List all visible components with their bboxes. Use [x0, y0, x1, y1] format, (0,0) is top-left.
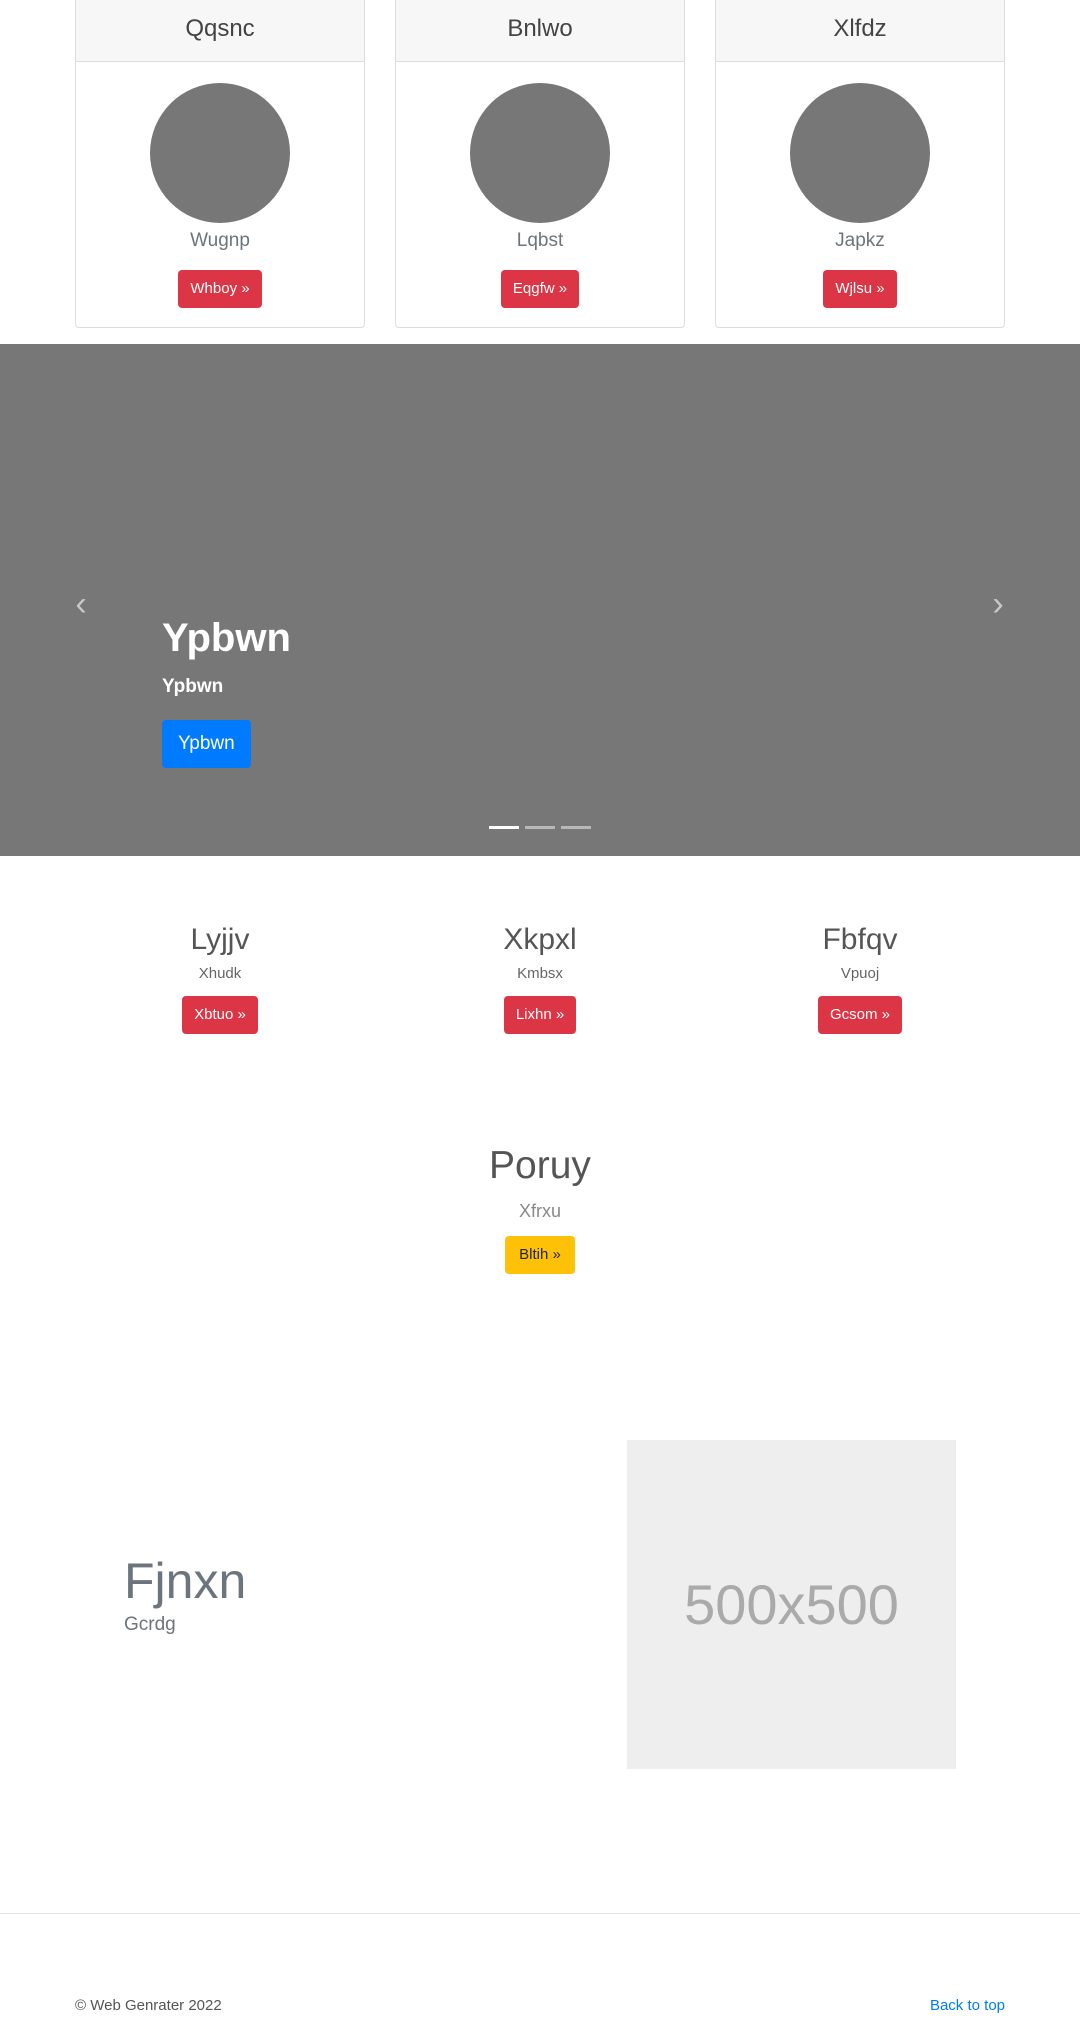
column-title: Xkpxl	[503, 923, 577, 956]
column-title: Fbfqv	[822, 923, 898, 956]
carousel-indicator[interactable]	[525, 826, 555, 829]
profile-card: Xlfdz Japkz Wjlsu »	[715, 0, 1005, 328]
avatar	[470, 83, 610, 223]
carousel-indicator[interactable]	[561, 826, 591, 829]
carousel-title: Ypbwn	[162, 616, 291, 660]
profile-card: Bnlwo Lqbst Eqgfw »	[395, 0, 685, 328]
feature-column: Fbfqv Vpuoj Gcsom »	[715, 920, 1005, 1034]
feature-column: Xkpxl Kmbsx Lixhn »	[395, 920, 685, 1034]
column-title: Lyjjv	[190, 923, 250, 956]
footer-divider	[0, 1913, 1080, 1914]
footer-copyright: © Web Genrater 2022	[75, 1997, 222, 2014]
card-name: Wugnp	[190, 230, 250, 251]
feature-text: Fjnxn Gcrdg	[124, 1550, 246, 1638]
feature-subtitle: Gcrdg	[124, 1614, 176, 1635]
center-title: Poruy	[489, 1144, 591, 1187]
card-button[interactable]: Whboy »	[178, 270, 262, 308]
carousel-subtitle: Ypbwn	[162, 676, 224, 697]
column-button[interactable]: Xbtuo »	[182, 996, 258, 1034]
card-header: Qqsnc	[76, 0, 364, 62]
center-subtitle: Xfrxu	[518, 1201, 561, 1221]
column-button[interactable]: Gcsom »	[817, 996, 902, 1034]
card-name: Japkz	[835, 230, 885, 251]
feature-columns: Lyjjv Xhudk Xbtuo » Xkpxl Kmbsx Lixhn » …	[75, 920, 1005, 1050]
carousel-button[interactable]: Ypbwn	[162, 720, 251, 768]
placeholder-image: 500x500	[627, 1440, 956, 1769]
back-to-top-link[interactable]: Back to top	[930, 1996, 1005, 2016]
column-button[interactable]: Lixhn »	[503, 996, 577, 1034]
carousel-indicator[interactable]	[489, 826, 519, 829]
chevron-left-icon[interactable]: ‹	[61, 584, 101, 624]
profile-card: Qqsnc Wugnp Whboy »	[75, 0, 365, 328]
card-button[interactable]: Wjlsu »	[823, 270, 897, 308]
profile-cards: Qqsnc Wugnp Whboy » Bnlwo Lqbst Eqgfw » …	[75, 0, 1005, 328]
card-name: Lqbst	[516, 230, 564, 251]
chevron-right-icon[interactable]: ›	[978, 584, 1018, 624]
avatar	[790, 83, 930, 223]
center-section: Poruy Xfrxu Bltih »	[0, 1138, 1080, 1274]
card-button[interactable]: Eqgfw »	[500, 270, 580, 308]
column-text: Vpuoj	[840, 965, 880, 982]
feature-column: Lyjjv Xhudk Xbtuo »	[75, 920, 365, 1034]
card-header: Xlfdz	[716, 0, 1004, 62]
carousel-indicators	[489, 826, 591, 830]
feature-title: Fjnxn	[124, 1553, 247, 1609]
avatar	[150, 83, 290, 223]
card-header: Bnlwo	[396, 0, 684, 62]
hero-carousel: ‹ › Ypbwn Ypbwn Ypbwn	[0, 344, 1080, 856]
column-text: Xhudk	[198, 965, 242, 982]
column-text: Kmbsx	[517, 965, 563, 982]
center-button[interactable]: Bltih »	[505, 1236, 575, 1274]
